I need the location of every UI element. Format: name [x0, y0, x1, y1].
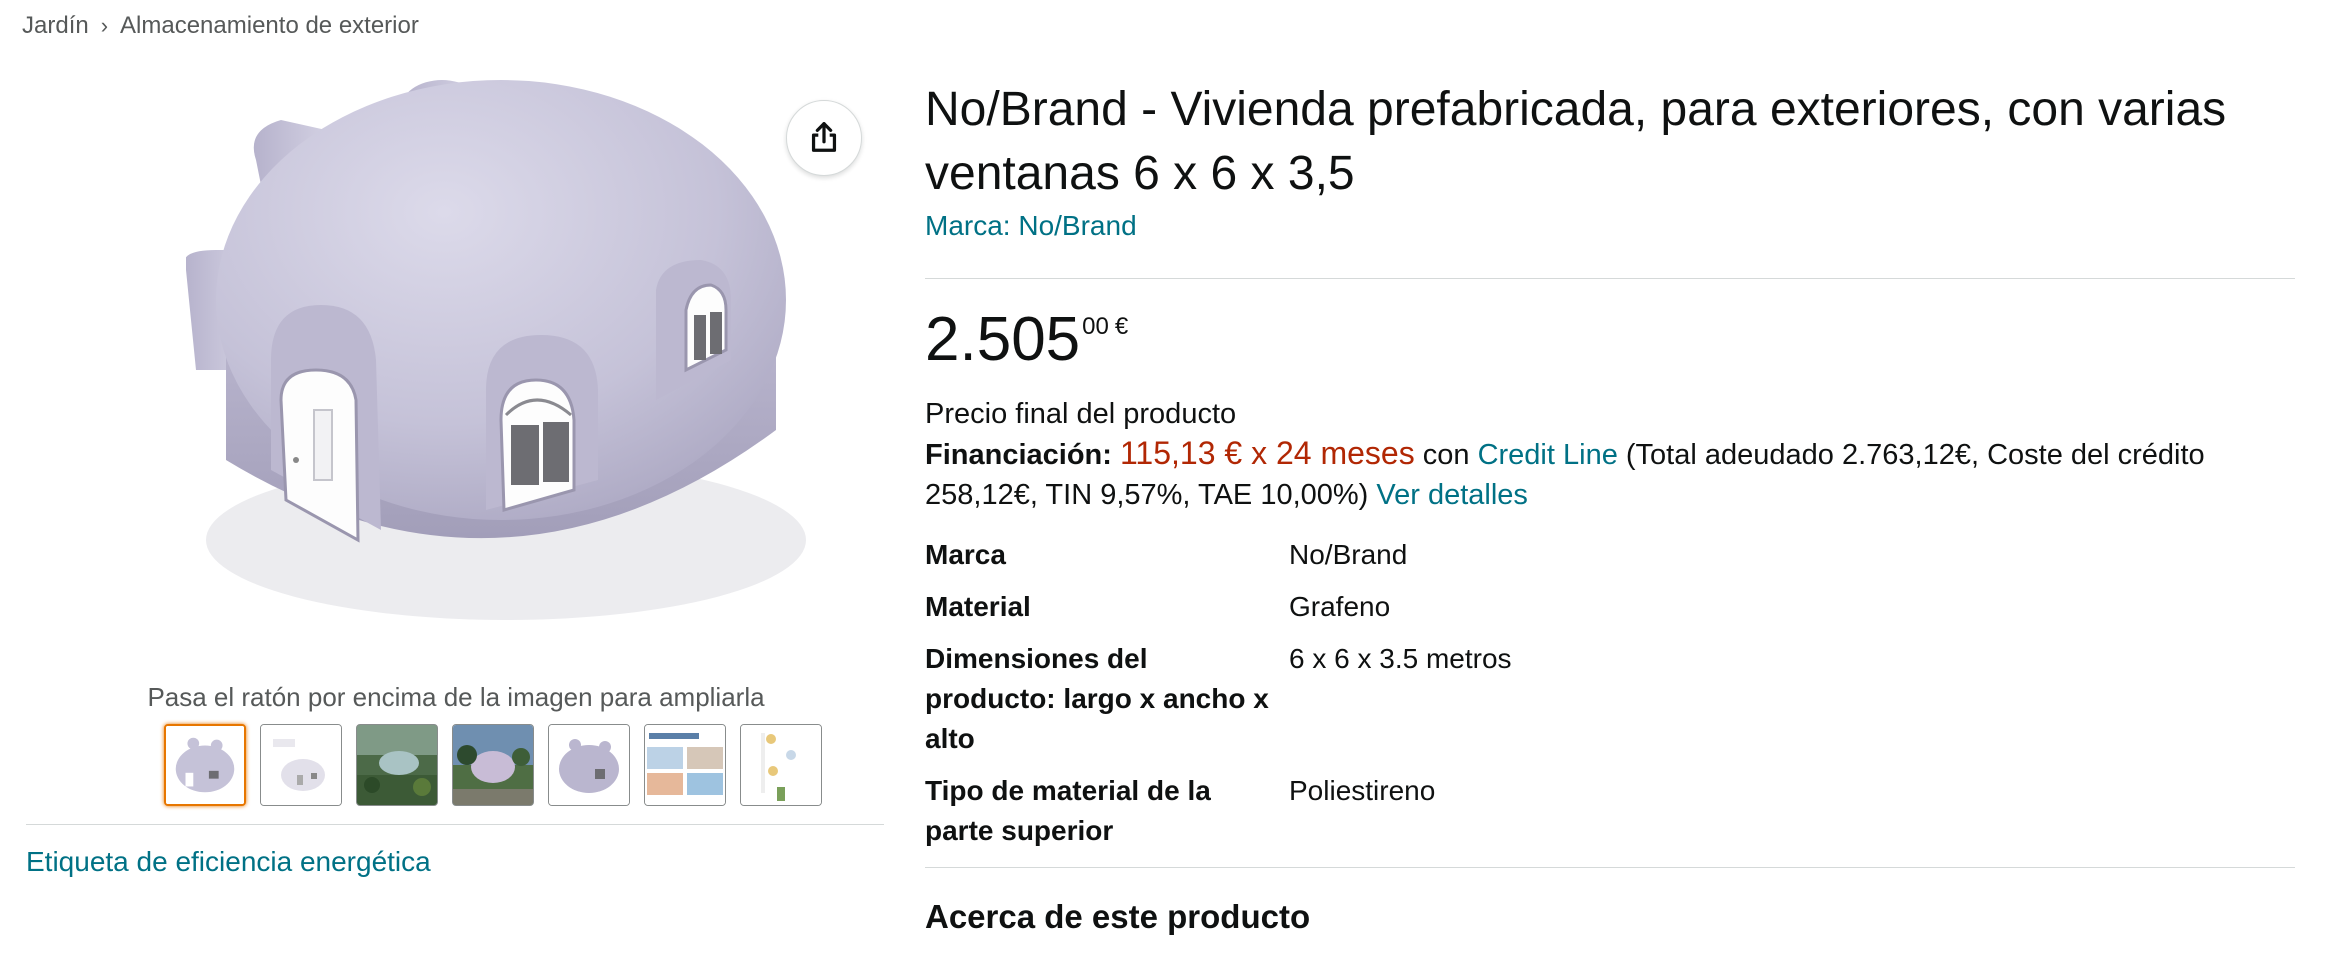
spec-value: Grafeno: [1289, 591, 1391, 622]
price-currency: €: [1114, 313, 1129, 340]
spec-value: Poliestireno: [1289, 775, 1436, 806]
divider: [925, 278, 2295, 279]
thumbnail-3[interactable]: [356, 724, 438, 806]
thumbnail-4[interactable]: [452, 724, 534, 806]
financing-amount: 115,13 € x 24 meses: [1119, 435, 1415, 471]
thumbnail-1[interactable]: [164, 724, 246, 806]
financing-label: Financiación:: [925, 439, 1112, 471]
spec-value: No/Brand: [1289, 539, 1408, 570]
spec-row: Marca No/Brand: [925, 529, 1512, 581]
spec-key: Dimensiones del producto: largo x ancho …: [925, 643, 1269, 754]
energy-label-link[interactable]: Etiqueta de eficiencia energética: [26, 846, 431, 878]
thumbnail-strip: [164, 724, 822, 806]
breadcrumb-separator: ›: [100, 13, 109, 38]
spec-key: Tipo de material de la parte superior: [925, 775, 1211, 846]
financing-con: con: [1422, 439, 1470, 471]
price-whole: 2.505: [925, 305, 1081, 374]
main-product-image[interactable]: [184, 70, 826, 670]
spec-table: Marca No/Brand Material Grafeno Dimensio…: [925, 529, 1512, 857]
thumbnail-5[interactable]: [548, 724, 630, 806]
financing-info: Financiación: 115,13 € x 24 meses con Cr…: [925, 433, 2295, 515]
spec-row: Material Grafeno: [925, 581, 1512, 633]
price-fraction: 00: [1082, 313, 1109, 340]
gallery-divider: [26, 824, 884, 825]
spec-key: Marca: [925, 539, 1006, 570]
thumbnail-2[interactable]: [260, 724, 342, 806]
brand-link[interactable]: Marca: No/Brand: [925, 210, 1137, 242]
breadcrumb: Jardín › Almacenamiento de exterior: [22, 12, 419, 40]
share-icon: [805, 118, 843, 159]
divider: [925, 867, 2295, 868]
product-title: No/Brand - Vivienda prefabricada, para e…: [925, 83, 2227, 200]
spec-row: Tipo de material de la parte superior Po…: [925, 765, 1512, 857]
about-heading: Acerca de este producto: [925, 898, 1311, 935]
share-button[interactable]: [786, 100, 862, 176]
thumbnail-7[interactable]: [740, 724, 822, 806]
product-details: No/Brand - Vivienda prefabricada, para e…: [925, 78, 2295, 936]
thumbnail-6[interactable]: [644, 724, 726, 806]
spec-row: Dimensiones del producto: largo x ancho …: [925, 633, 1512, 765]
zoom-hint: Pasa el ratón por encima de la imagen pa…: [147, 682, 765, 712]
credit-line-link[interactable]: Credit Line: [1478, 439, 1618, 471]
final-price-label: Precio final del producto: [925, 398, 1237, 430]
breadcrumb-item-almacenamiento[interactable]: Almacenamiento de exterior: [120, 12, 419, 40]
breadcrumb-item-jardin[interactable]: Jardín: [22, 12, 89, 40]
price: 2.505 00 €: [925, 309, 2295, 371]
financing-details-link[interactable]: Ver detalles: [1376, 479, 1528, 511]
spec-value: 6 x 6 x 3.5 metros: [1289, 643, 1512, 674]
spec-key: Material: [925, 591, 1031, 622]
